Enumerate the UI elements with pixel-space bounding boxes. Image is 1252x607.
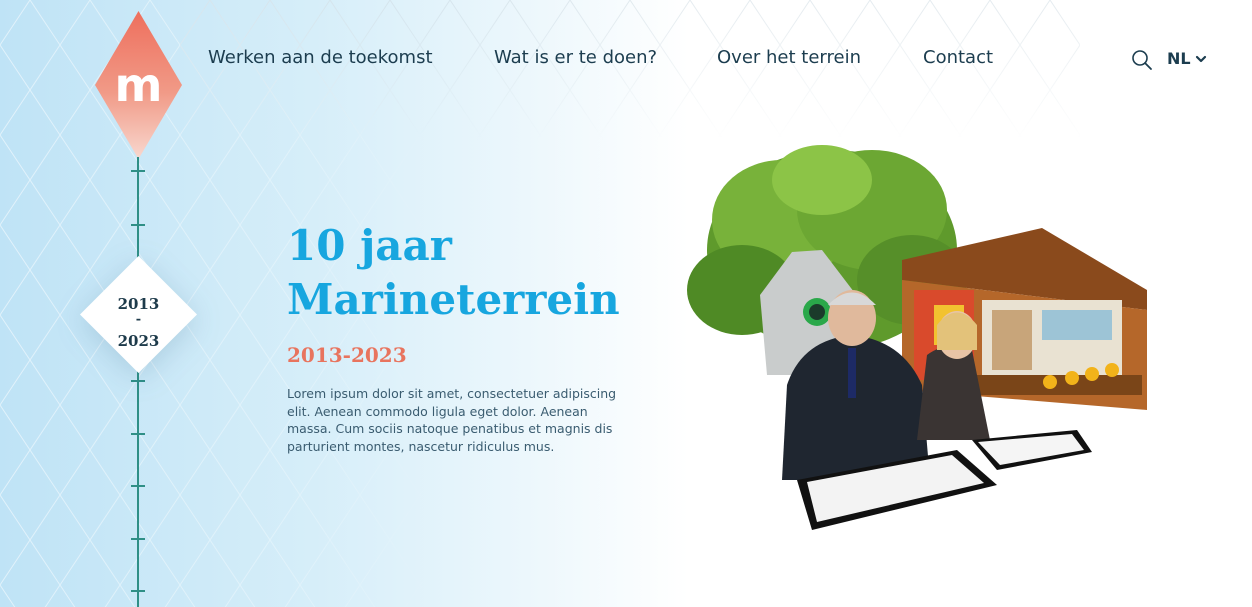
timeline-tick[interactable] [131,433,145,435]
year-start: 2013 [117,295,160,313]
timeline-tick[interactable] [131,380,145,382]
site-logo[interactable]: m [95,11,182,159]
collage-image [687,145,1147,530]
hero-body-text: Lorem ipsum dolor sit amet, consectetuer… [287,386,617,454]
svg-text:m: m [115,58,163,112]
chevron-down-icon [1195,55,1206,62]
hero-title-line2: Marineterrein [287,275,620,324]
year-separator: - [135,312,142,327]
nav-item-contact[interactable]: Contact [923,47,993,68]
timeline-tick[interactable] [131,538,145,540]
nav-item-wat-is-er-te-doen[interactable]: Wat is er te doen? [494,47,657,68]
hero-title: 10 jaar Marineterrein [287,219,667,327]
year-end: 2023 [117,332,160,350]
hero-years: 2013-2023 [287,343,407,367]
language-selector[interactable]: NL [1167,49,1207,68]
timeline-tick[interactable] [131,590,145,592]
hero-title-line1: 10 jaar [287,221,452,270]
timeline-tick[interactable] [131,485,145,487]
language-label: NL [1167,49,1191,68]
timeline-tick[interactable] [131,224,145,226]
timeline-active-year[interactable]: 2013 - 2023 [80,256,197,373]
nav-item-werken-aan-de-toekomst[interactable]: Werken aan de toekomst [208,47,433,68]
timeline-tick[interactable] [131,170,145,172]
search-icon[interactable] [1131,49,1153,71]
nav-item-over-het-terrein[interactable]: Over het terrein [717,47,861,68]
logo-diamond-icon: m [95,11,182,159]
